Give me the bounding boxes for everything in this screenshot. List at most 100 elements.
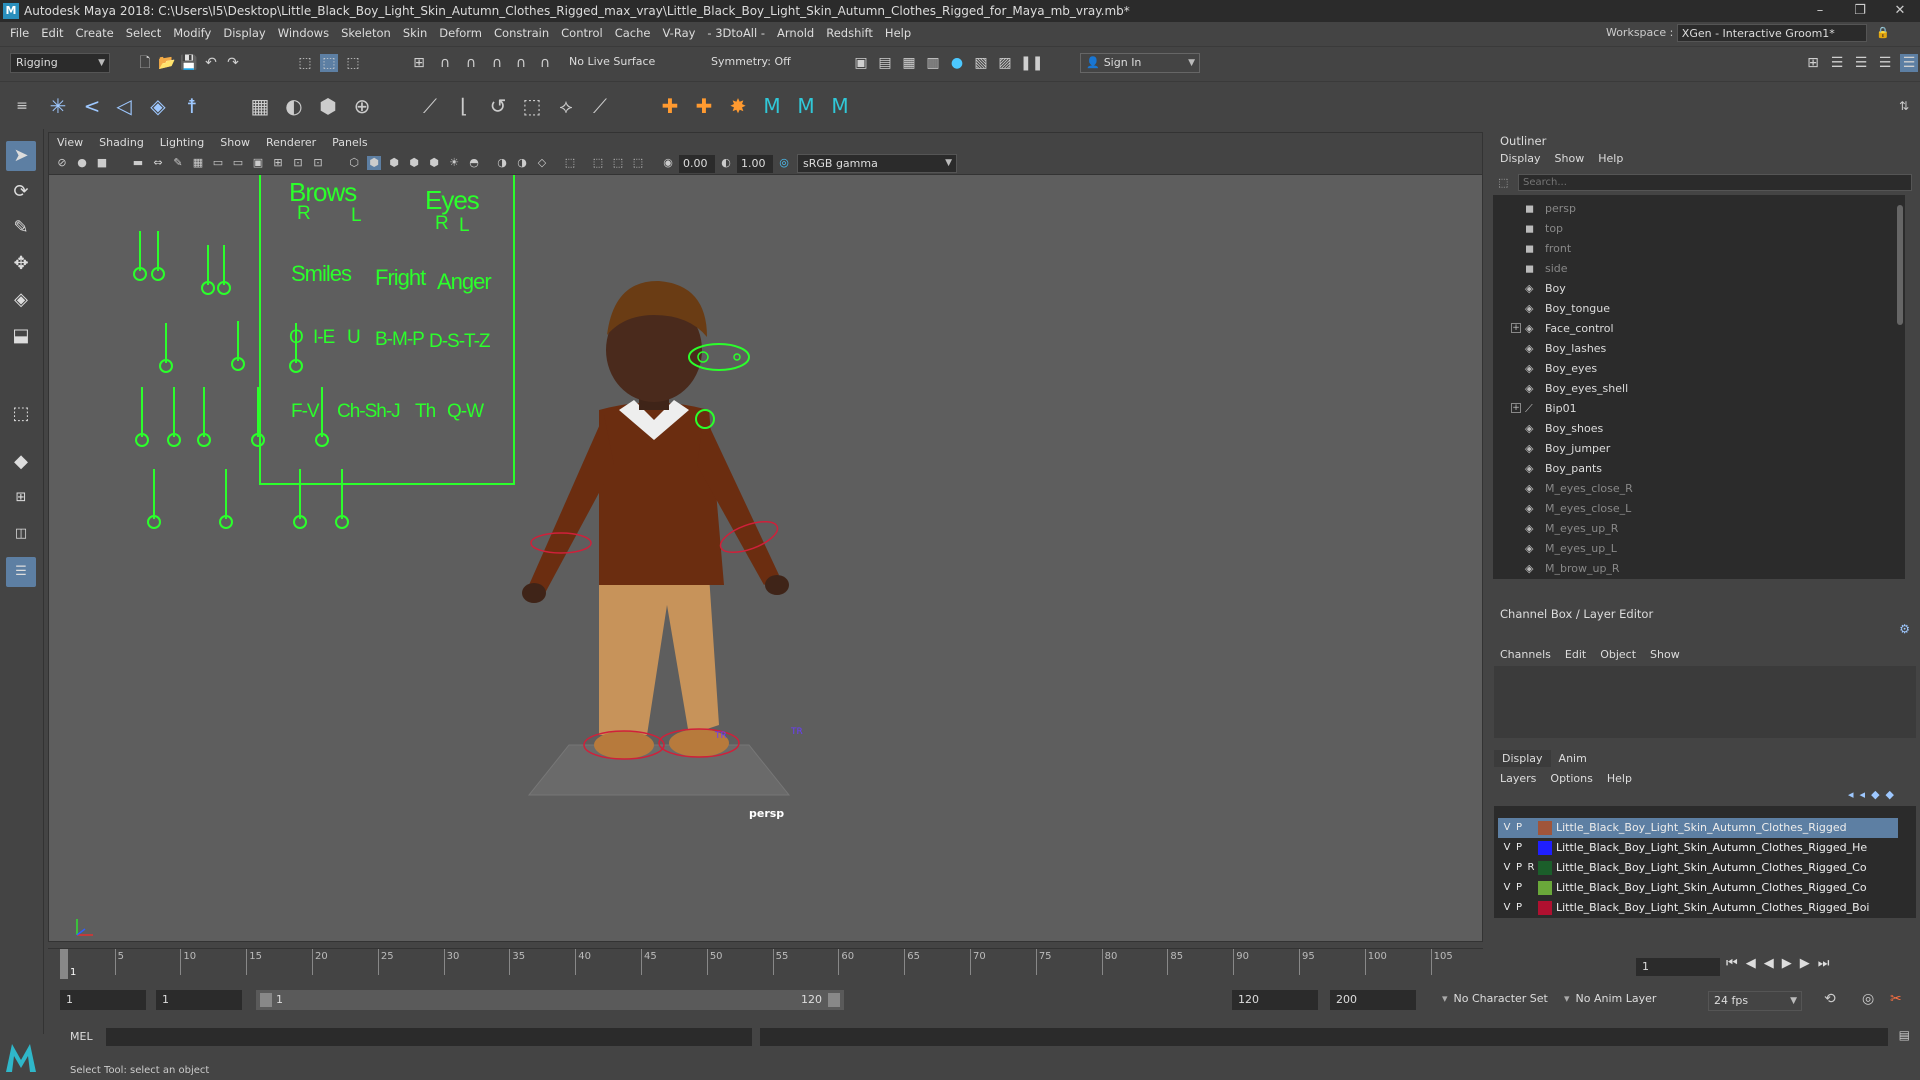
outliner-item[interactable]: ◈ Boy_tongue xyxy=(1493,299,1905,319)
menu-help[interactable]: Help xyxy=(879,22,917,44)
range-handle-end[interactable] xyxy=(828,993,840,1007)
rotate-tool-icon[interactable]: ◈ xyxy=(6,285,36,315)
menu-windows[interactable]: Windows xyxy=(272,22,335,44)
outliner-item[interactable]: ◈ M_eyes_up_L xyxy=(1493,539,1905,559)
motion-blur-icon[interactable]: ⬚ xyxy=(611,156,625,170)
layer-color-swatch[interactable] xyxy=(1538,881,1552,895)
current-frame-field[interactable]: 1 xyxy=(1636,958,1720,976)
3d-scene[interactable]: Brows Eyes R L R L Smiles Fright Anger O… xyxy=(49,175,1482,941)
undo-icon[interactable]: ↶ xyxy=(202,54,220,72)
outliner-item[interactable]: + ⟋ Bip01 xyxy=(1493,399,1905,419)
open-scene-icon[interactable]: 📂 xyxy=(158,54,176,72)
hypershade-icon[interactable]: ● xyxy=(948,54,966,72)
command-input[interactable] xyxy=(106,1028,752,1046)
snap-view-icon[interactable]: ∩ xyxy=(488,54,506,72)
face-slider-knob[interactable] xyxy=(147,515,161,529)
face-slider-knob[interactable] xyxy=(231,357,245,371)
range-handle-start[interactable] xyxy=(260,993,272,1007)
scene-start-field[interactable]: 1 xyxy=(60,990,146,1010)
menu-v-ray[interactable]: V-Ray xyxy=(656,22,701,44)
screen-ao-icon[interactable]: ⬚ xyxy=(591,156,605,170)
render-settings-icon[interactable]: ▥ xyxy=(924,54,942,72)
minimize-button[interactable]: – xyxy=(1800,0,1840,22)
2d-pan-icon[interactable]: ⇔ xyxy=(151,156,165,170)
close-button[interactable]: ✕ xyxy=(1880,0,1920,22)
lock-icon[interactable]: 🔒 xyxy=(1876,26,1890,39)
snap-point-icon[interactable]: ∩ xyxy=(462,54,480,72)
sign-in-button[interactable]: 👤 Sign In ▼ xyxy=(1080,53,1200,73)
shelf-scroll-icon[interactable]: ⇅ xyxy=(1890,92,1918,120)
smooth-shade-icon[interactable]: ⬢ xyxy=(367,156,381,170)
shelf-menu-icon[interactable]: ≡ xyxy=(8,92,36,120)
shadows-icon[interactable]: ◓ xyxy=(467,156,481,170)
outliner-scrollbar[interactable] xyxy=(1897,205,1903,325)
viewport-menu-panels[interactable]: Panels xyxy=(324,133,375,153)
lattice-icon[interactable]: ⬢ xyxy=(314,92,342,120)
humanik-icon[interactable]: ☨ xyxy=(178,92,206,120)
menu-redshift[interactable]: Redshift xyxy=(820,22,879,44)
isolate-select-icon[interactable]: ⬚ xyxy=(563,156,577,170)
layer-color-swatch[interactable] xyxy=(1538,841,1552,855)
snap-vertex-icon[interactable]: ∩ xyxy=(536,54,554,72)
smooth-bind-icon[interactable]: ◐ xyxy=(280,92,308,120)
scale-constraint-icon[interactable]: ⬚ xyxy=(518,92,546,120)
symmetry-dropdown[interactable]: Symmetry: Off xyxy=(706,53,806,73)
outliner-menu-help[interactable]: Help xyxy=(1598,152,1623,165)
image-plane-icon[interactable]: ▬ xyxy=(131,156,145,170)
cluster-icon[interactable]: ⊕ xyxy=(348,92,376,120)
resolution-gate-icon[interactable]: ▭ xyxy=(231,156,245,170)
scene-end-field[interactable]: 200 xyxy=(1330,990,1416,1010)
layer-color-swatch[interactable] xyxy=(1538,861,1552,875)
channel-box-menu-show[interactable]: Show xyxy=(1650,648,1680,661)
3dtoall-icon-1[interactable]: M xyxy=(758,92,786,120)
outliner-layout-icon[interactable]: ☰ xyxy=(6,557,36,587)
xray-active-icon[interactable]: ◇ xyxy=(535,156,549,170)
face-slider-knob[interactable] xyxy=(167,433,181,447)
time-slider[interactable]: 1 5 10 15 20 25 30 35 40 45 50 55 60 65 70 75 80 85 90 95 1… xyxy=(48,948,1483,984)
point-constraint-icon[interactable]: ⟋ xyxy=(416,92,444,120)
face-slider-knob[interactable] xyxy=(335,515,349,529)
playback-start-field[interactable]: 1 xyxy=(156,990,242,1010)
outliner-item[interactable]: ◼ persp xyxy=(1493,199,1905,219)
anim-layer-dropdown[interactable]: ▾ No Anim Layer xyxy=(1564,992,1656,1005)
fps-dropdown[interactable]: 24 fps ▼ xyxy=(1708,991,1802,1011)
outliner-item[interactable]: ◈ M_eyes_close_R xyxy=(1493,479,1905,499)
wireframe-icon[interactable]: ⬡ xyxy=(347,156,361,170)
save-scene-icon[interactable]: 💾 xyxy=(180,54,198,72)
color-management-icon[interactable]: ◎ xyxy=(777,156,791,170)
outliner-toggle-icon[interactable]: ☰ xyxy=(1900,54,1918,72)
face-slider-knob[interactable] xyxy=(151,267,165,281)
face-slider-knob[interactable] xyxy=(219,515,233,529)
select-tool-icon[interactable]: ➤ xyxy=(6,141,36,171)
menu-arnold[interactable]: Arnold xyxy=(771,22,820,44)
render-sequence-icon[interactable]: ▤ xyxy=(876,54,894,72)
scale-tool-icon[interactable]: ⬓ xyxy=(6,321,36,351)
menu-3dtoall[interactable]: - 3DtoAll - xyxy=(701,22,771,44)
channel-box-options-icon[interactable]: ⚙ xyxy=(1899,622,1910,636)
textured-icon[interactable]: ⬢ xyxy=(427,156,441,170)
outliner-item[interactable]: ◈ Boy_lashes xyxy=(1493,339,1905,359)
menu-create[interactable]: Create xyxy=(70,22,120,44)
mel-label[interactable]: MEL xyxy=(70,1030,93,1043)
playback-end-field[interactable]: 120 xyxy=(1232,990,1318,1010)
face-slider-knob[interactable] xyxy=(315,433,329,447)
playback-controls[interactable]: ⏮◀◀▶▶⏭ xyxy=(1726,956,1906,978)
paint-select-tool-icon[interactable]: ✎ xyxy=(6,213,36,243)
layer-tab-display[interactable]: Display xyxy=(1494,750,1551,767)
grease-pencil-icon[interactable]: ✎ xyxy=(171,156,185,170)
viewport-menu-view[interactable]: View xyxy=(49,133,91,153)
single-view-icon[interactable]: ◆ xyxy=(6,447,36,477)
outliner-search-input[interactable] xyxy=(1519,175,1899,190)
layer-menu-help[interactable]: Help xyxy=(1607,772,1632,785)
outliner-item[interactable]: ◈ Boy xyxy=(1493,279,1905,299)
aim-constraint-icon[interactable]: ⌊ xyxy=(450,92,478,120)
pause-icon[interactable]: ❚❚ xyxy=(1020,54,1043,72)
character-set-dropdown[interactable]: ▾ No Character Set xyxy=(1442,992,1548,1005)
loop-icon[interactable]: ⟲ xyxy=(1824,991,1836,1007)
snap-surface-icon[interactable]: ∩ xyxy=(512,54,530,72)
lasso-tool-icon[interactable]: ⟳ xyxy=(6,177,36,207)
outliner-item[interactable]: ◈ M_brow_up_R xyxy=(1493,559,1905,579)
display-layer-row[interactable]: V P Little_Black_Boy_Light_Skin_Autumn_Clo… xyxy=(1498,878,1898,898)
xray-joints-icon[interactable]: ◑ xyxy=(515,156,529,170)
use-all-lights-icon[interactable]: ☀ xyxy=(447,156,461,170)
